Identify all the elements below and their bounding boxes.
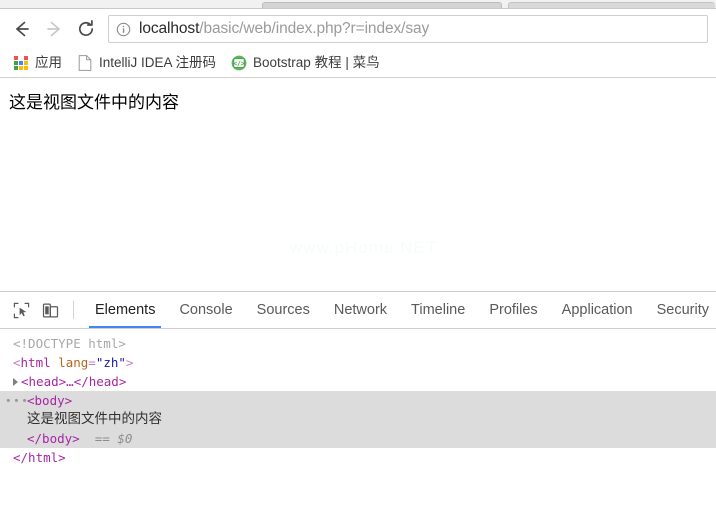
- page-info-icon[interactable]: [116, 22, 131, 37]
- tab-application[interactable]: Application: [550, 292, 645, 328]
- back-button[interactable]: [6, 13, 38, 45]
- bookmark-label: Bootstrap 教程 | 菜鸟: [253, 55, 380, 70]
- dom-line-html-open[interactable]: < html lang = "zh" >: [0, 353, 716, 372]
- browser-toolbar: localhost/basic/web/index.php?r=index/sa…: [0, 9, 716, 49]
- bookmark-label: IntelliJ IDEA 注册码: [99, 55, 217, 70]
- apps-grid-icon: [13, 55, 29, 71]
- disclosure-triangle-icon[interactable]: [13, 377, 18, 386]
- address-bar-url: localhost/basic/web/index.php?r=index/sa…: [139, 20, 429, 38]
- selected-node-marker: == $0: [94, 431, 133, 446]
- tab-timeline[interactable]: Timeline: [399, 292, 477, 328]
- bookmark-apps[interactable]: 应用: [7, 52, 68, 74]
- dom-line-body-text[interactable]: 这是视图文件中的内容: [0, 410, 716, 429]
- bookmark-intellij-idea[interactable]: IntelliJ IDEA 注册码: [71, 52, 222, 74]
- bookmarks-bar: 应用 IntelliJ IDEA 注册码 </> Bootstrap 教程 | …: [0, 49, 716, 78]
- dom-tree[interactable]: <!DOCTYPE html> < html lang = "zh" > <head>……: [0, 329, 716, 515]
- dom-line-html-close[interactable]: </html>: [0, 448, 716, 467]
- head-collapsed-text: <head>…</head>: [21, 374, 127, 389]
- attr-equals: =: [88, 355, 96, 370]
- watermark: www.pHome.NET: [290, 238, 438, 257]
- tab-profiles[interactable]: Profiles: [477, 292, 549, 328]
- browser-tab[interactable]: [262, 2, 502, 8]
- inspect-element-button[interactable]: [7, 292, 36, 328]
- svg-text:</>: </>: [233, 60, 244, 67]
- address-bar-host: localhost: [139, 20, 200, 37]
- devtools-panel: Elements Console Sources Network Timelin…: [0, 291, 716, 515]
- browser-tab[interactable]: [508, 2, 715, 8]
- dom-line-head[interactable]: <head>…</head>: [0, 372, 716, 391]
- page-body-text: 这是视图文件中的内容: [9, 93, 179, 113]
- forward-button[interactable]: [38, 13, 70, 45]
- back-arrow-icon: [16, 21, 29, 37]
- reload-icon: [78, 20, 94, 36]
- toolbar-divider: [73, 301, 74, 319]
- bookmark-bootstrap-tutorial[interactable]: </> Bootstrap 教程 | 菜鸟: [225, 52, 386, 74]
- more-options-icon[interactable]: •••: [5, 391, 29, 410]
- device-toggle-icon: [42, 302, 59, 318]
- angle-bracket-close: >: [125, 355, 134, 370]
- tag-body-close: </body>: [27, 431, 80, 446]
- forward-arrow-icon: [47, 21, 60, 37]
- document-icon: [77, 55, 93, 71]
- browser-window: localhost/basic/web/index.php?r=index/sa…: [0, 0, 716, 515]
- tab-elements[interactable]: Elements: [83, 292, 167, 328]
- address-bar[interactable]: localhost/basic/web/index.php?r=index/sa…: [108, 15, 708, 43]
- devtools-toolbar: Elements Console Sources Network Timelin…: [0, 292, 716, 329]
- devtools-tabs: Elements Console Sources Network Timelin…: [83, 292, 716, 328]
- code-badge-icon: </>: [231, 55, 247, 71]
- attr-name-lang: lang: [58, 355, 89, 370]
- bookmark-label: 应用: [35, 55, 62, 70]
- reload-button[interactable]: [70, 13, 102, 45]
- tab-sources[interactable]: Sources: [245, 292, 322, 328]
- address-bar-path: /basic/web/index.php?r=index/say: [199, 20, 430, 37]
- dom-line-body-close[interactable]: </body> == $0: [0, 429, 716, 448]
- dom-line-doctype: <!DOCTYPE html>: [0, 334, 716, 353]
- device-toolbar-button[interactable]: [36, 292, 65, 328]
- tag-body-open: <body>: [27, 393, 73, 408]
- attr-value-zh: "zh": [95, 355, 126, 370]
- tag-name-html: html: [20, 355, 51, 370]
- tab-console[interactable]: Console: [167, 292, 244, 328]
- inspect-cursor-icon: [13, 302, 30, 318]
- tag-html-close: </html>: [13, 450, 66, 465]
- dom-line-body-open[interactable]: ••• <body>: [0, 391, 716, 410]
- tab-strip: [0, 0, 716, 9]
- dom-text-node: 这是视图文件中的内容: [27, 411, 162, 427]
- doctype-text: <!DOCTYPE html>: [13, 336, 126, 351]
- angle-bracket-open: <: [13, 355, 21, 370]
- tab-network[interactable]: Network: [322, 292, 399, 328]
- tab-security[interactable]: Security: [645, 292, 716, 328]
